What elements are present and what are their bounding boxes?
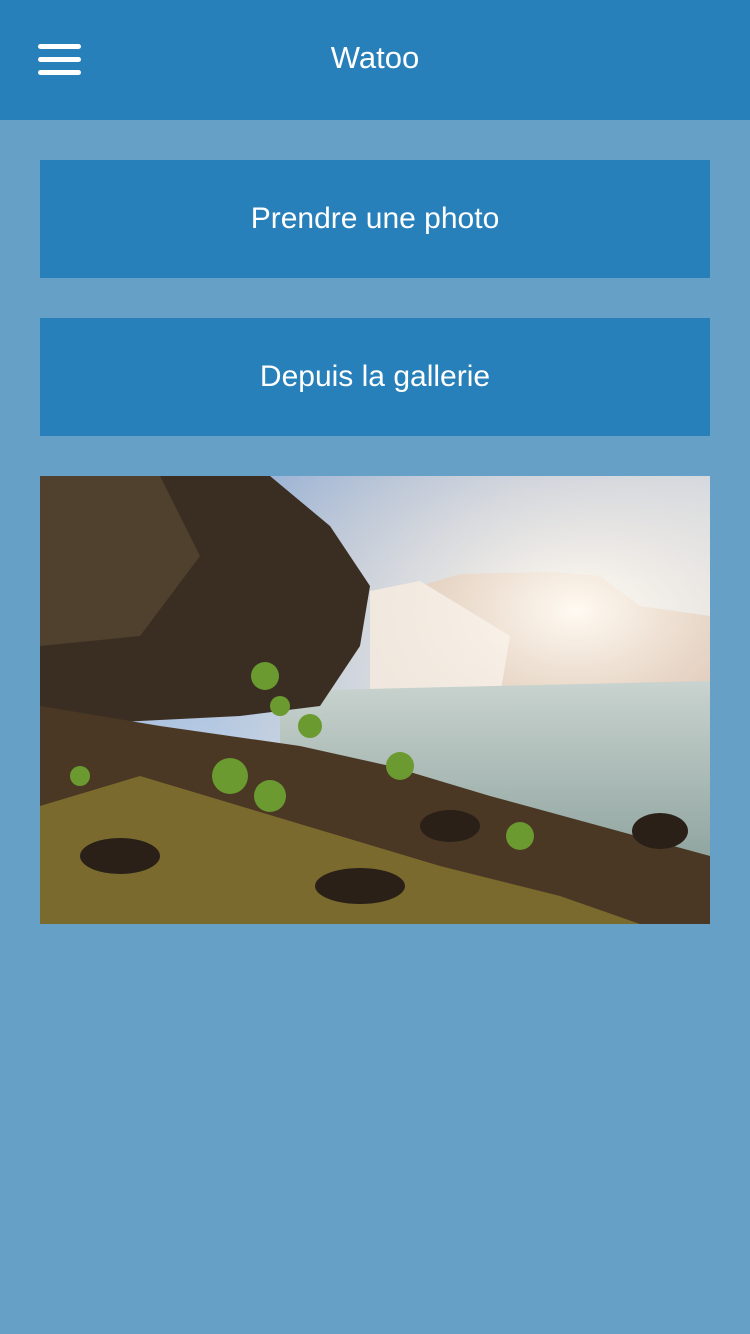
selected-photo	[40, 476, 710, 924]
app-header: Watoo	[0, 0, 750, 120]
from-gallery-button[interactable]: Depuis la gallerie	[40, 318, 710, 436]
app-title: Watoo	[330, 40, 420, 75]
take-photo-button[interactable]: Prendre une photo	[40, 160, 710, 278]
